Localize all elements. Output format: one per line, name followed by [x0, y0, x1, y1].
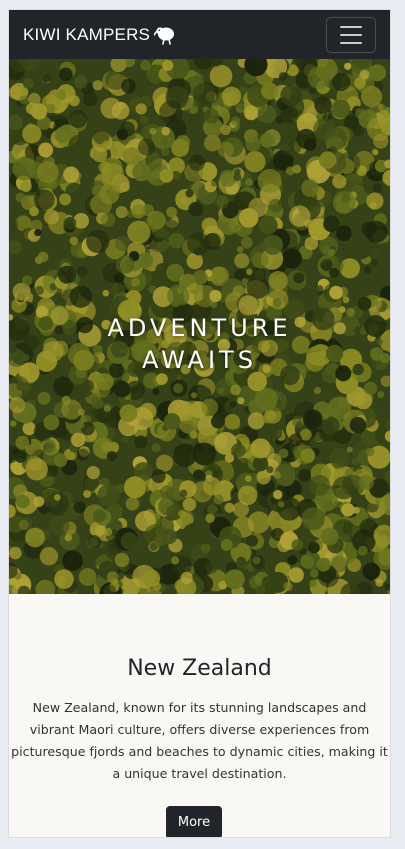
hero-title-line1: ADVENTURE	[107, 314, 292, 343]
hero-title: ADVENTURE AWAITS	[9, 312, 390, 376]
hero-banner: ADVENTURE AWAITS	[9, 59, 390, 594]
destination-section: New Zealand New Zealand, known for its s…	[9, 594, 390, 837]
kiwi-bird-icon	[154, 25, 178, 45]
section-heading: New Zealand	[127, 656, 272, 681]
section-description: New Zealand, known for its stunning land…	[11, 700, 388, 781]
more-button[interactable]: More	[166, 806, 222, 837]
hamburger-menu-icon	[340, 25, 362, 28]
brand-link[interactable]: KIWI KAMPERS	[23, 25, 178, 45]
brand-name: KIWI KAMPERS	[23, 24, 151, 44]
navbar: KIWI KAMPERS	[9, 10, 390, 59]
page-frame: KIWI KAMPERS ADVENTURE AWAITS New Zealan…	[8, 9, 391, 838]
hero-title-line2: AWAITS	[142, 346, 257, 375]
hamburger-menu-button[interactable]	[326, 16, 376, 53]
